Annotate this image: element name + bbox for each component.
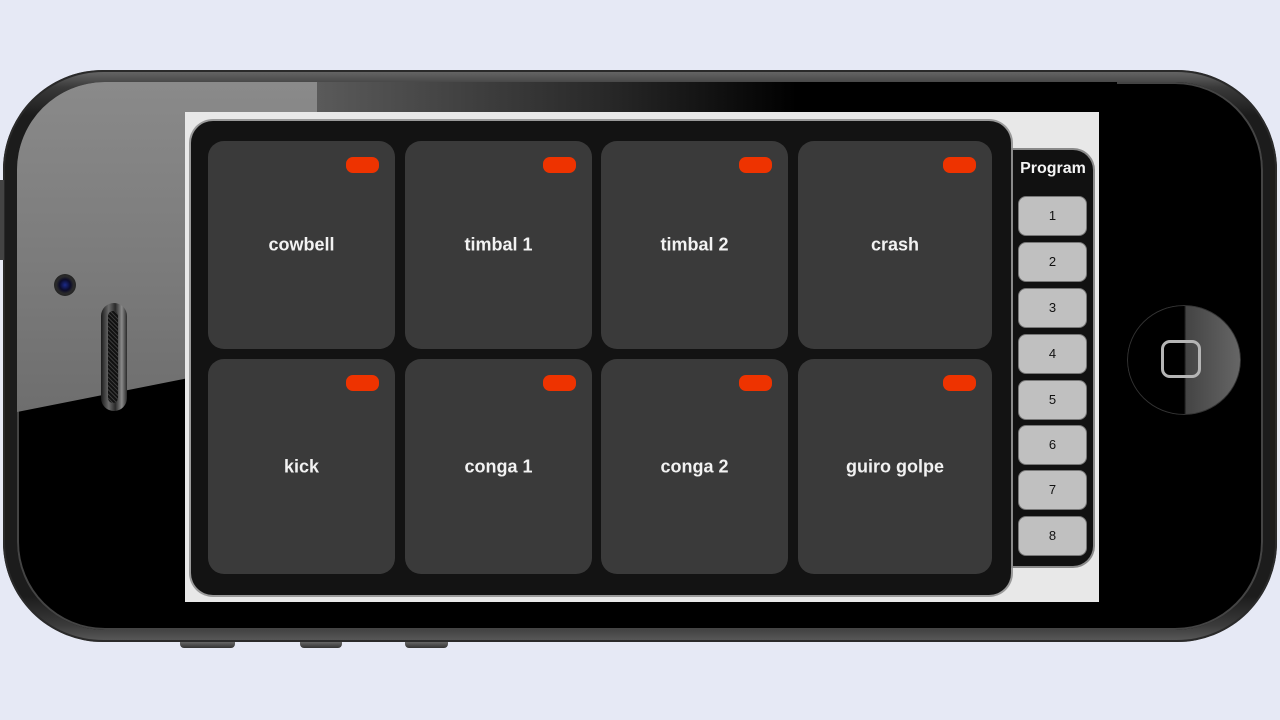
pad-led-indicator	[739, 157, 772, 173]
program-button-2[interactable]: 2	[1018, 242, 1087, 282]
pad-crash[interactable]: crash	[798, 141, 992, 349]
pad-led-indicator	[943, 375, 976, 391]
program-button-7[interactable]: 7	[1018, 470, 1087, 510]
pad-cowbell[interactable]: cowbell	[208, 141, 395, 349]
program-button-5[interactable]: 5	[1018, 380, 1087, 420]
pad-label: timbal 1	[464, 234, 533, 255]
program-button-8[interactable]: 8	[1018, 516, 1087, 556]
side-button-1	[180, 642, 235, 648]
pad-label: cowbell	[268, 234, 335, 255]
pad-label: crash	[870, 234, 920, 255]
pad-grid: cowbell timbal 1 timbal 2 crash kick con…	[191, 121, 1011, 595]
pad-led-indicator	[943, 157, 976, 173]
home-square-icon	[1161, 340, 1201, 378]
pad-label: conga 2	[660, 456, 729, 476]
pad-led-indicator	[346, 157, 379, 173]
program-button-6[interactable]: 6	[1018, 425, 1087, 465]
pad-label: kick	[283, 456, 320, 476]
pad-led-indicator	[543, 375, 576, 391]
app-screen: cowbell timbal 1 timbal 2 crash kick con…	[185, 112, 1099, 602]
pad-timbal-1[interactable]: timbal 1	[405, 141, 592, 349]
program-button-3[interactable]: 3	[1018, 288, 1087, 328]
side-volume-button	[0, 180, 4, 260]
camera-icon	[54, 274, 76, 296]
program-panel: Program 1 2 3 4 5 6 7 8	[1013, 150, 1093, 566]
pad-led-indicator	[739, 375, 772, 391]
side-button-2	[300, 642, 342, 648]
pad-conga-2[interactable]: conga 2	[601, 359, 788, 574]
program-button-4[interactable]: 4	[1018, 334, 1087, 374]
pad-label: guiro golpe	[846, 456, 944, 476]
pad-label: conga 1	[464, 456, 533, 476]
pad-guiro-golpe[interactable]: guiro golpe	[798, 359, 992, 574]
side-button-3	[405, 642, 448, 648]
pad-kick[interactable]: kick	[208, 359, 395, 574]
speaker-grille	[101, 303, 127, 411]
program-title: Program	[1020, 160, 1086, 177]
pad-label: timbal 2	[660, 234, 729, 255]
pad-led-indicator	[543, 157, 576, 173]
pad-led-indicator	[346, 375, 379, 391]
program-button-1[interactable]: 1	[1018, 196, 1087, 236]
pad-conga-1[interactable]: conga 1	[405, 359, 592, 574]
pad-timbal-2[interactable]: timbal 2	[601, 141, 788, 349]
